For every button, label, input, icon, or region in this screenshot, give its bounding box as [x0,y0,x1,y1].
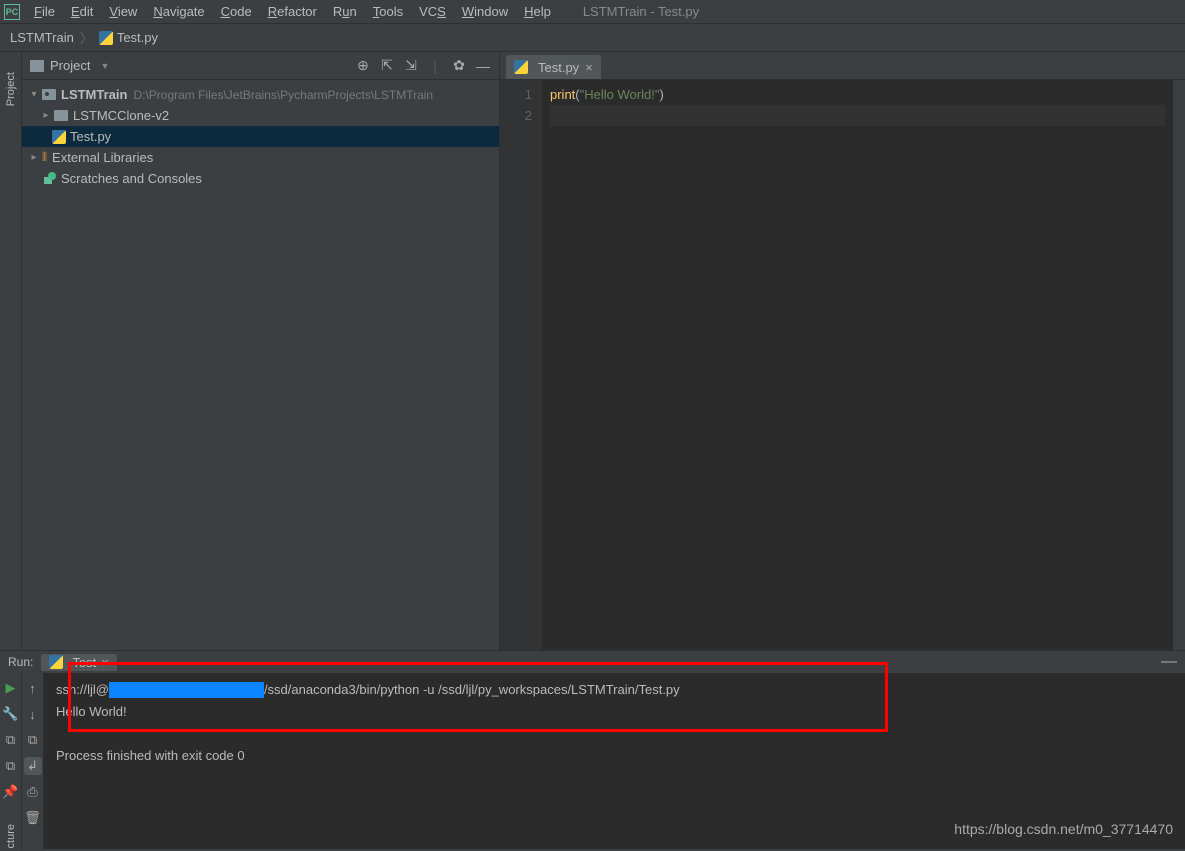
collapse-all-icon[interactable]: ⇲ [403,58,419,74]
tree-label: Test.py [70,129,111,144]
tree-scratches[interactable]: Scratches and Consoles [22,168,499,189]
editor-marker-bar [1173,80,1185,650]
gear-icon[interactable]: ✿ [451,58,467,74]
libraries-icon: ⫴ [42,150,47,165]
editor-content[interactable]: 1 2 print("Hello World!") [500,80,1185,650]
close-tab-icon[interactable]: × [101,655,109,670]
tree-label: Scratches and Consoles [61,171,202,186]
editor-panel: Test.py × 1 2 print("Hello World!") [500,52,1185,650]
line-number: 2 [500,105,532,126]
scratches-icon [42,172,56,186]
line-number: 1 [500,84,532,105]
hide-icon[interactable]: — [475,58,491,74]
tree-folder-item[interactable]: ▸ LSTMCClone-v2 [22,105,499,126]
menu-tools[interactable]: Tools [365,2,411,21]
menu-navigate[interactable]: Navigate [145,2,212,21]
python-file-icon [49,655,63,669]
code-line: print("Hello World!") [550,84,1165,105]
dropdown-arrow-icon[interactable]: ▼ [100,61,109,71]
menubar: PC File Edit View Navigate Code Refactor… [0,0,1185,24]
chevron-right-icon[interactable]: ▸ [28,152,40,163]
python-file-icon [99,31,113,45]
divider: | [427,58,443,74]
layout2-icon[interactable]: ⧉ [2,757,20,775]
menu-run[interactable]: Run [325,2,365,21]
trash-icon[interactable]: 🗑 [24,809,42,827]
chevron-down-icon[interactable]: ▾ [28,89,40,100]
project-tool-window-button[interactable]: Project [5,72,17,106]
tree-label: LSTMCClone-v2 [73,108,169,123]
redacted-host [109,682,264,698]
chevron-right-icon[interactable]: ▸ [40,110,52,121]
run-tab[interactable]: Test × [41,654,116,671]
bottom-left-label[interactable]: cture [0,821,22,851]
tree-root[interactable]: ▾ LSTMTrain D:\Program Files\JetBrains\P… [22,84,499,105]
project-panel: Project ▼ ⊕ ⇱ ⇲ | ✿ — ▾ LSTMTrain D:\Pro… [22,52,500,650]
folder-icon [54,110,68,121]
app-icon: PC [4,4,20,20]
print-icon[interactable]: ⎙ [24,783,42,801]
hide-icon[interactable]: — [1161,653,1177,671]
editor-tab[interactable]: Test.py × [506,55,601,79]
tree-label: External Libraries [52,150,153,165]
up-icon[interactable]: ↑ [24,679,42,697]
editor-tabs: Test.py × [500,52,1185,80]
tree-file-item[interactable]: Test.py [22,126,499,147]
line-number-gutter: 1 2 [500,80,542,650]
menu-file[interactable]: File [26,2,63,21]
tab-label: Test.py [538,60,579,75]
run-tab-label: Test [72,655,96,670]
main-area: Project Project ▼ ⊕ ⇱ ⇲ | ✿ — ▾ LSTMTrai… [0,52,1185,650]
rerun-icon[interactable]: ▶ [2,679,20,697]
left-toolbar: Project [0,52,22,650]
run-label: Run: [8,655,33,669]
layout-icon[interactable]: ⧉ [2,731,20,749]
expand-all-icon[interactable]: ⇱ [379,58,395,74]
menu-view[interactable]: View [101,2,145,21]
run-secondary-toolbar: ↑ ↓ ⧉ ↲ ⎙ 🗑 [22,673,44,849]
close-tab-icon[interactable]: × [585,60,593,75]
menu-refactor[interactable]: Refactor [260,2,325,21]
code-area[interactable]: print("Hello World!") [542,80,1173,650]
breadcrumb-root[interactable]: LSTMTrain [10,30,74,45]
wrench-icon[interactable]: 🔧 [2,705,20,723]
filter-icon[interactable]: ⧉ [24,731,42,749]
breadcrumb-sep: 〉 [80,28,93,47]
panel-title[interactable]: Project [50,58,90,73]
project-view-icon [30,60,44,72]
wrap-icon[interactable]: ↲ [24,757,42,775]
tree-external-libs[interactable]: ▸ ⫴ External Libraries [22,147,499,168]
menu-edit[interactable]: Edit [63,2,101,21]
folder-icon [42,89,56,100]
tree-root-label: LSTMTrain [61,87,127,102]
project-panel-header: Project ▼ ⊕ ⇱ ⇲ | ✿ — [22,52,499,80]
window-title: LSTMTrain - Test.py [583,4,699,19]
menu-code[interactable]: Code [213,2,260,21]
run-header: Run: Test × — [0,651,1185,673]
navigation-bar: LSTMTrain 〉 Test.py [0,24,1185,52]
menu-window[interactable]: Window [454,2,516,21]
tree-root-path: D:\Program Files\JetBrains\PycharmProjec… [133,88,433,102]
pin-icon[interactable]: 📌 [2,783,20,801]
menu-help[interactable]: Help [516,2,559,21]
python-file-icon [52,130,66,144]
breadcrumb-file[interactable]: Test.py [117,30,158,45]
project-tree[interactable]: ▾ LSTMTrain D:\Program Files\JetBrains\P… [22,80,499,650]
locate-icon[interactable]: ⊕ [355,58,371,74]
menu-vcs[interactable]: VCS [411,2,454,21]
watermark-text: https://blog.csdn.net/m0_37714470 [954,821,1173,837]
code-line-current [550,105,1165,126]
python-file-icon [514,60,528,74]
down-icon[interactable]: ↓ [24,705,42,723]
run-tool-window: Run: Test × — ▶ 🔧 ⧉ ⧉ 📌 ↑ ↓ ⧉ ↲ ⎙ 🗑 ssh:… [0,650,1185,849]
